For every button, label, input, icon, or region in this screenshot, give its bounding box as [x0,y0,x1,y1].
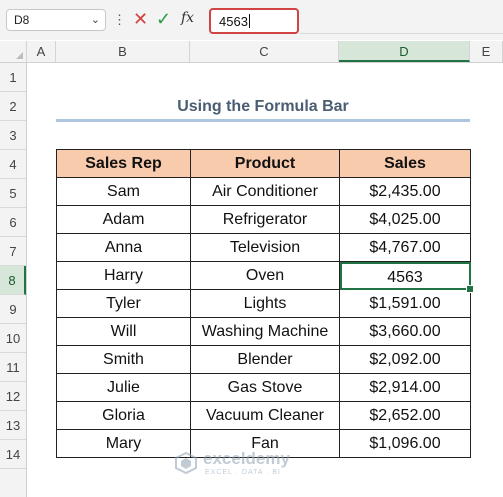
column-header-b[interactable]: B [56,41,190,62]
table-header-row: Sales Rep Product Sales [56,149,471,178]
row-header-10[interactable]: 10 [0,324,26,353]
cell-sales[interactable]: $2,435.00 [339,177,471,206]
select-all-corner[interactable] [0,41,27,62]
header-sales-rep[interactable]: Sales Rep [56,149,191,178]
row-header-11[interactable]: 11 [0,353,26,382]
header-product[interactable]: Product [190,149,340,178]
row-headers: 1 2 3 4 5 6 7 8 9 10 11 12 13 14 [0,63,27,497]
row-header-12[interactable]: 12 [0,382,26,411]
cell-sales-rep[interactable]: Anna [56,233,191,262]
table-row: Tyler Lights $1,591.00 [56,289,471,318]
watermark-name: exceldemy [203,449,290,468]
cell-sales[interactable]: $2,092.00 [339,345,471,374]
column-headers: A B C D E [0,41,503,63]
cell-sales-rep[interactable]: Tyler [56,289,191,318]
watermark-tagline: EXCEL · DATA · BI [205,469,281,476]
insert-function-button[interactable]: fx [181,10,194,26]
row-header-3[interactable]: 3 [0,121,26,150]
cell-sales-rep[interactable]: Mary [56,429,191,458]
fill-handle[interactable] [466,285,474,293]
row-header-7[interactable]: 7 [0,237,26,266]
cell-product[interactable]: Blender [190,345,340,374]
table-row: Julie Gas Stove $2,914.00 [56,373,471,402]
name-box[interactable]: D8 ⌄ [6,9,106,31]
row-header-8[interactable]: 8 [0,266,26,295]
column-header-a[interactable]: A [27,41,56,62]
column-header-c[interactable]: C [190,41,339,62]
name-box-value: D8 [14,13,30,27]
table-row: Anna Television $4,767.00 [56,233,471,262]
cell-sales-rep[interactable]: Adam [56,205,191,234]
column-header-e[interactable]: E [470,41,503,62]
close-icon[interactable]: ✕ [133,9,148,30]
cell-product[interactable]: Oven [190,261,340,290]
cell-sales-rep[interactable]: Julie [56,373,191,402]
table-row: Will Washing Machine $3,660.00 [56,317,471,346]
row-header-4[interactable]: 4 [0,150,26,179]
formula-bar-divider [300,33,503,34]
cell-sales[interactable]: $4,767.00 [339,233,471,262]
sales-table: Sales Rep Product Sales Sam Air Conditio… [56,149,474,458]
row-header-5[interactable]: 5 [0,179,26,208]
chevron-down-icon[interactable]: ⌄ [91,13,100,26]
cell-product[interactable]: Vacuum Cleaner [190,401,340,430]
exceldemy-logo-icon [175,452,197,474]
cell-edit-value: 4563 [387,268,423,286]
column-header-d[interactable]: D [339,41,470,62]
row-header-1[interactable]: 1 [0,63,26,92]
table-row: Smith Blender $2,092.00 [56,345,471,374]
cell-sales-rep[interactable]: Sam [56,177,191,206]
cell-product[interactable]: Air Conditioner [190,177,340,206]
cell-product[interactable]: Refrigerator [190,205,340,234]
formula-input-value: 4563 [219,14,250,29]
cell-sales[interactable]: $4,025.00 [339,205,471,234]
row-header-14[interactable]: 14 [0,440,26,469]
cell-product[interactable]: Television [190,233,340,262]
cell-sales[interactable]: $3,660.00 [339,317,471,346]
row-header-13[interactable]: 13 [0,411,26,440]
cell-sales-rep[interactable]: Smith [56,345,191,374]
cell-product[interactable]: Washing Machine [190,317,340,346]
cell-sales-rep[interactable]: Harry [56,261,191,290]
active-cell-d8[interactable]: 4563 [339,261,474,293]
cell-sales[interactable]: $2,914.00 [339,373,471,402]
cell-product[interactable]: Gas Stove [190,373,340,402]
header-sales[interactable]: Sales [339,149,471,178]
more-vertical-icon[interactable]: ⋮ [113,12,126,28]
formula-input[interactable]: 4563 [209,8,299,34]
row-header-9[interactable]: 9 [0,295,26,324]
formula-bar: D8 ⌄ ⋮ ✕ ✓ fx 4563 [0,0,503,40]
table-row: Sam Air Conditioner $2,435.00 [56,177,471,206]
row-header-6[interactable]: 6 [0,208,26,237]
check-icon[interactable]: ✓ [156,9,171,30]
cell-product[interactable]: Lights [190,289,340,318]
table-row: Gloria Vacuum Cleaner $2,652.00 [56,401,471,430]
table-row: Harry Oven 4563 [56,261,474,293]
cell-sales-rep[interactable]: Gloria [56,401,191,430]
cell-sales[interactable]: $2,652.00 [339,401,471,430]
cell-sales-rep[interactable]: Will [56,317,191,346]
sheet-title: Using the Formula Bar [177,98,349,115]
table-row: Adam Refrigerator $4,025.00 [56,205,471,234]
exceldemy-watermark: exceldemy EXCEL · DATA · BI [175,448,335,478]
title-underline [56,119,470,122]
cell-sales[interactable]: $1,096.00 [339,429,471,458]
row-header-2[interactable]: 2 [0,92,26,121]
cell-sales[interactable]: $1,591.00 [339,289,471,318]
